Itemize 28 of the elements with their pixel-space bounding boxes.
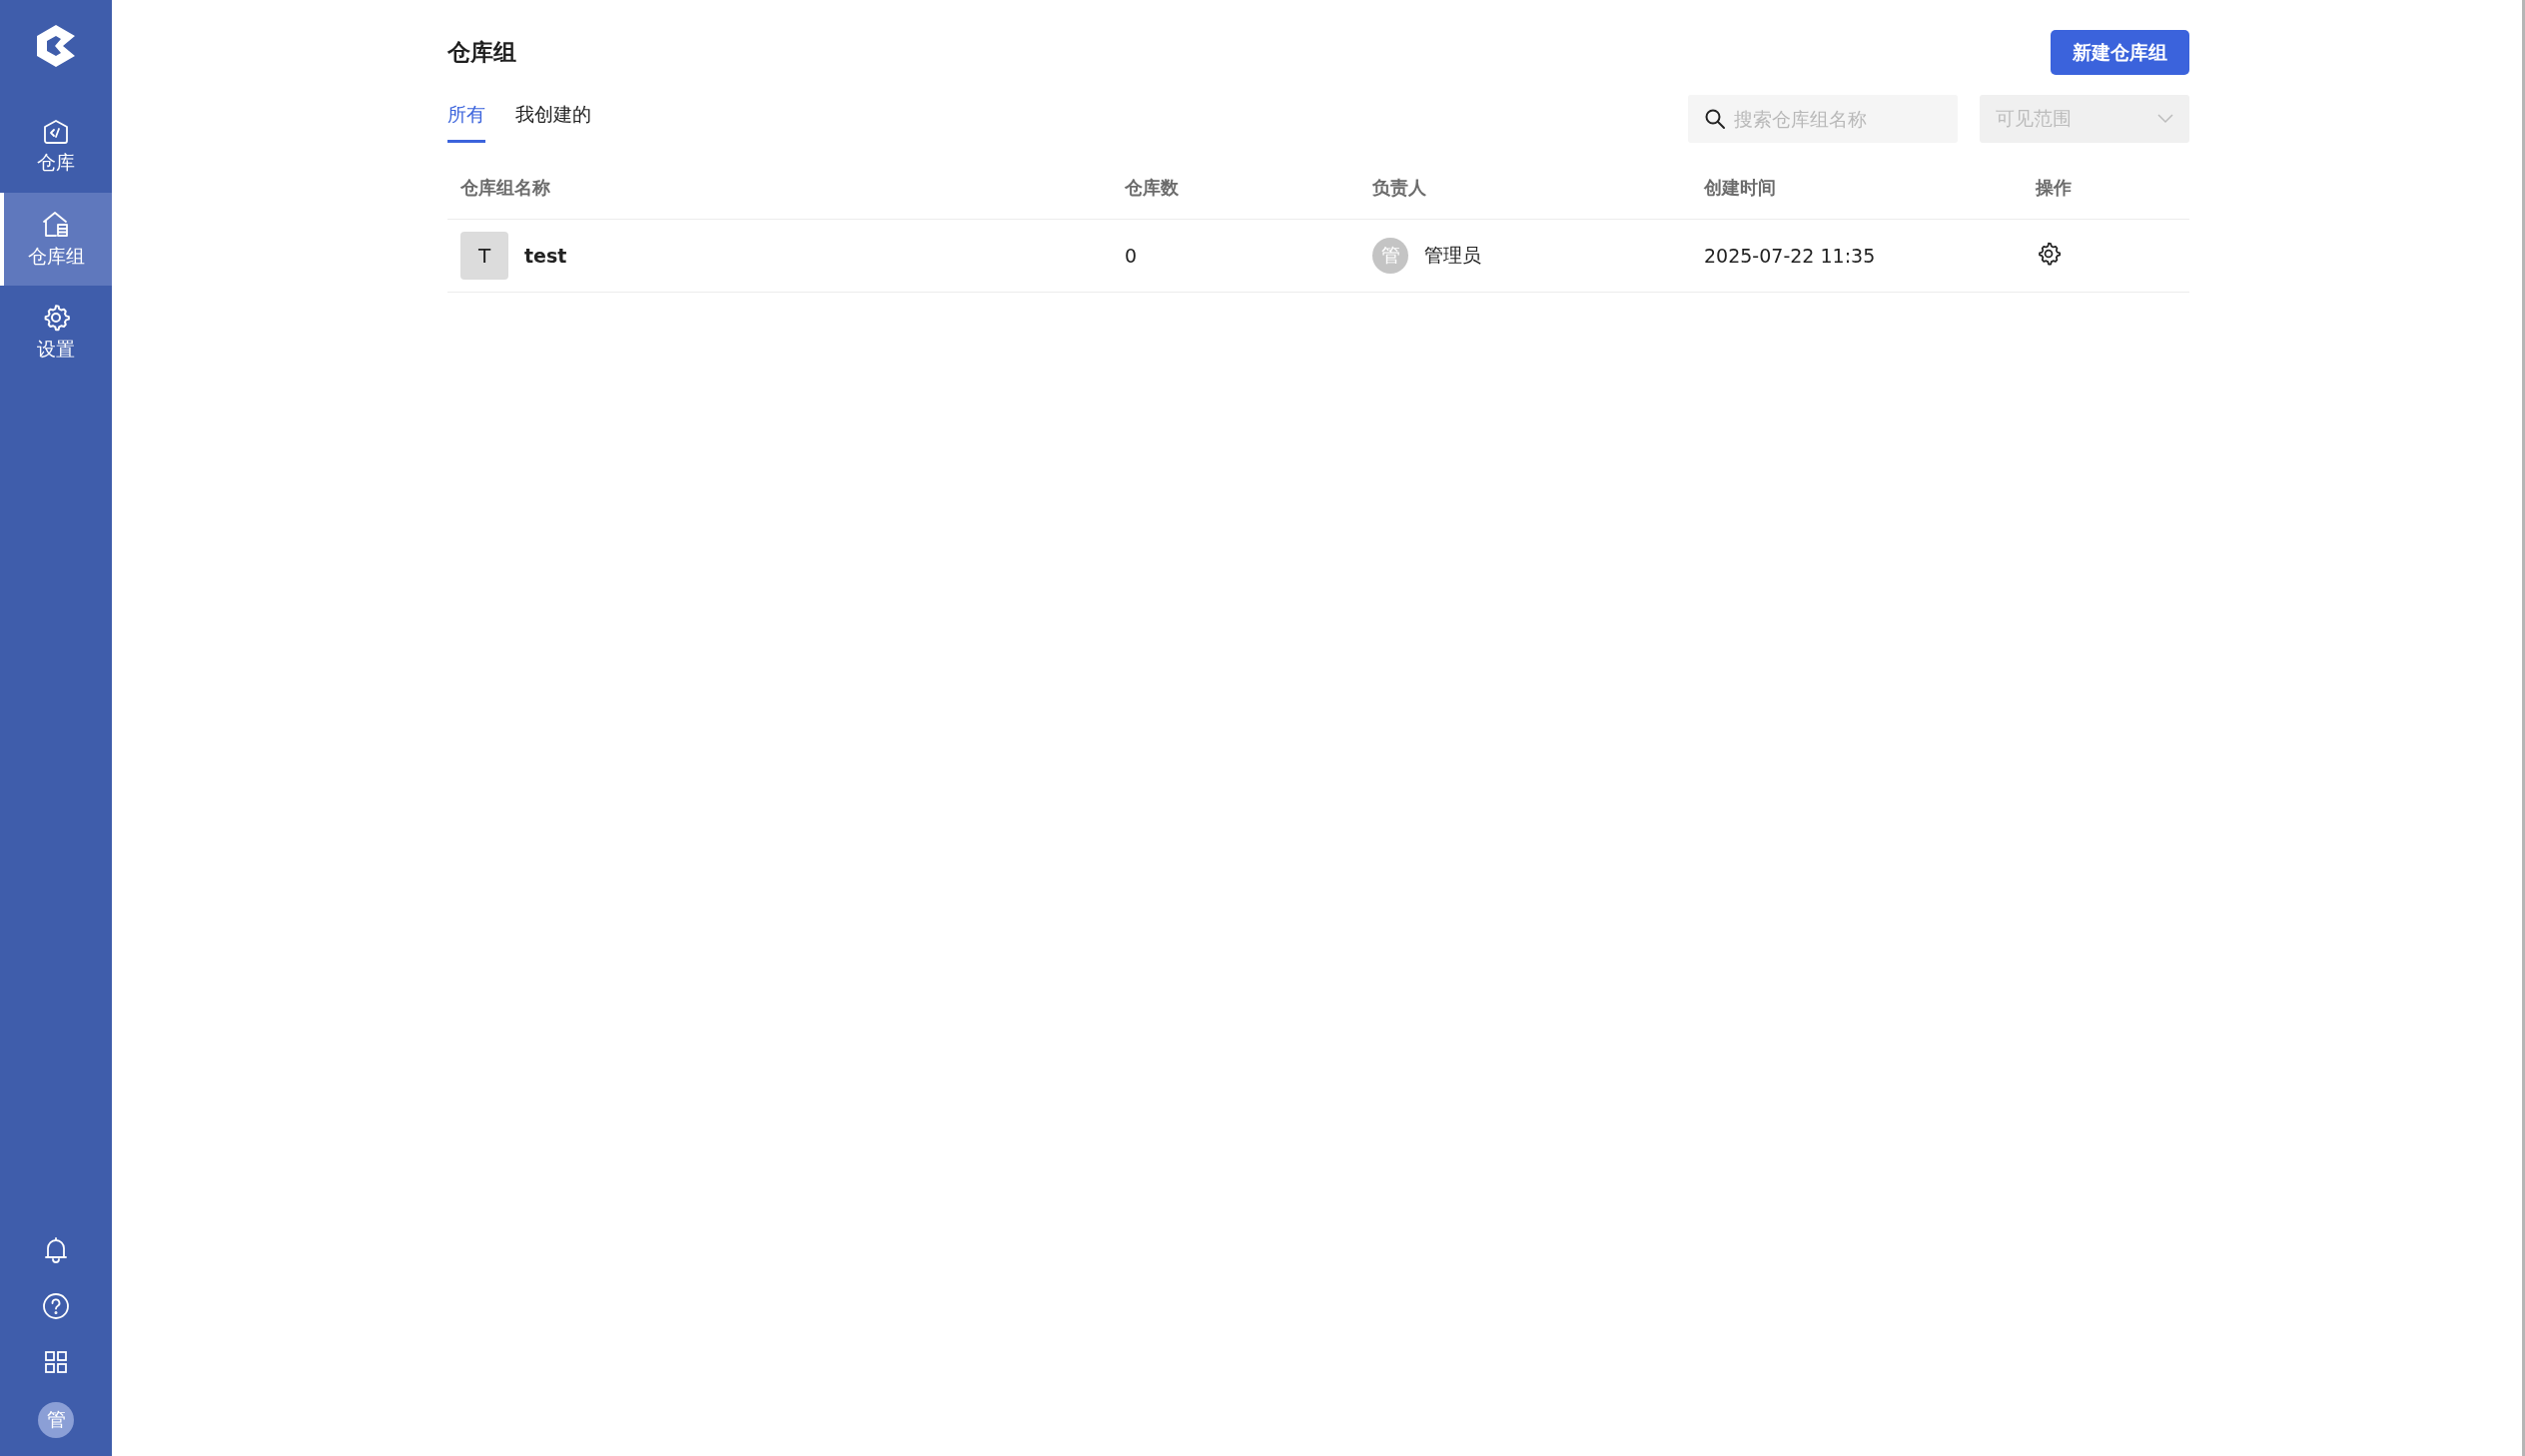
sidebar-nav-item[interactable]: 设置	[0, 286, 112, 378]
sidebar-nav-item[interactable]: 仓库	[0, 100, 112, 193]
nav-label: 仓库	[37, 149, 75, 175]
page-title: 仓库组	[447, 38, 516, 67]
owner-name: 管理员	[1424, 243, 1481, 268]
sidebar-nav-item[interactable]: 仓库组	[0, 193, 112, 286]
owner-avatar: 管	[1372, 238, 1408, 274]
group-name[interactable]: test	[524, 245, 567, 267]
group-initial-avatar: T	[460, 232, 508, 280]
column-header: 仓库数	[1125, 177, 1179, 198]
search-field[interactable]: 搜索仓库组名称	[1688, 95, 1958, 143]
nav-label: 仓库组	[27, 243, 85, 269]
column-header: 创建时间	[1704, 177, 1776, 198]
filter-tab[interactable]: 所有	[447, 102, 485, 143]
column-header: 负责人	[1372, 177, 1426, 198]
help-icon[interactable]	[40, 1290, 72, 1322]
house-list-icon	[41, 209, 71, 240]
code-house-icon	[42, 117, 70, 146]
column-header: 操作	[2036, 177, 2072, 198]
created-time: 2025-07-22 11:35	[1704, 245, 1876, 267]
settings-icon[interactable]	[2036, 241, 2062, 267]
chevron-down-icon	[2157, 114, 2173, 124]
column-header: 仓库组名称	[460, 177, 550, 198]
filter-tab[interactable]: 我创建的	[515, 102, 591, 143]
nav-label: 设置	[37, 336, 75, 362]
repo-count: 0	[1125, 245, 1138, 267]
create-group-button[interactable]: 新建仓库组	[2051, 30, 2189, 75]
search-icon	[1704, 108, 1726, 130]
